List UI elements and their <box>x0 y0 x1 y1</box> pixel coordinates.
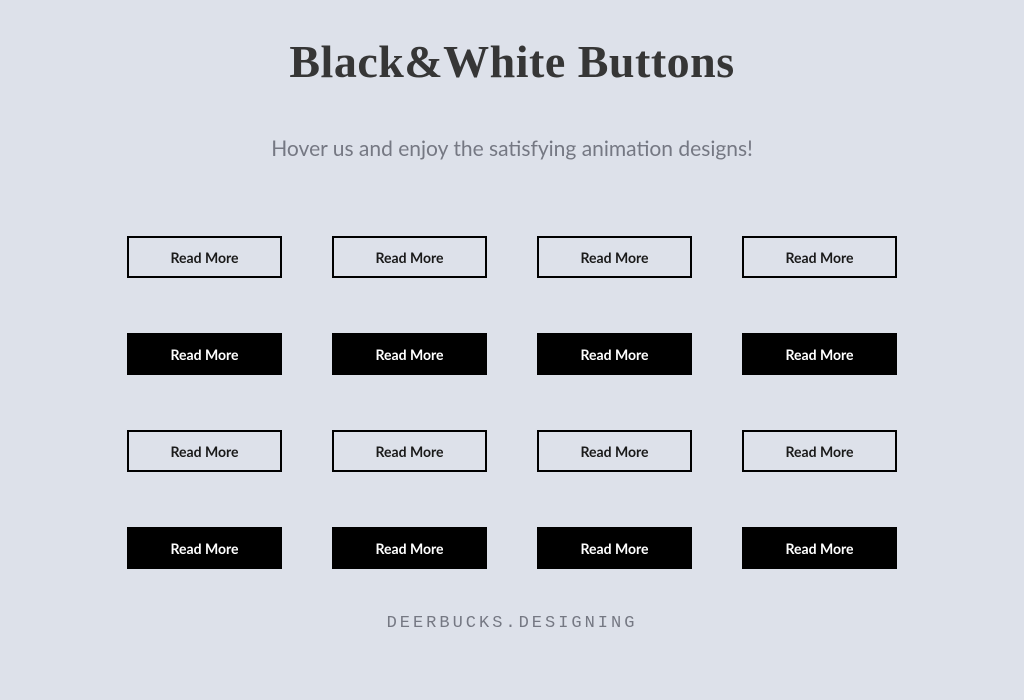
read-more-button[interactable]: Read More <box>332 527 487 569</box>
read-more-button[interactable]: Read More <box>742 333 897 375</box>
button-label: Read More <box>375 346 443 363</box>
read-more-button[interactable]: Read More <box>537 333 692 375</box>
read-more-button[interactable]: Read More <box>127 333 282 375</box>
button-label: Read More <box>375 443 443 460</box>
button-label: Read More <box>170 346 238 363</box>
button-label: Read More <box>785 249 853 266</box>
button-label: Read More <box>580 249 648 266</box>
read-more-button[interactable]: Read More <box>742 236 897 278</box>
read-more-button[interactable]: Read More <box>742 527 897 569</box>
button-label: Read More <box>375 249 443 266</box>
read-more-button[interactable]: Read More <box>127 430 282 472</box>
button-label: Read More <box>785 346 853 363</box>
button-label: Read More <box>785 443 853 460</box>
button-label: Read More <box>580 346 648 363</box>
button-label: Read More <box>580 443 648 460</box>
read-more-button[interactable]: Read More <box>537 430 692 472</box>
page-subtitle: Hover us and enjoy the satisfying animat… <box>271 136 753 161</box>
button-label: Read More <box>375 540 443 557</box>
read-more-button[interactable]: Read More <box>332 236 487 278</box>
read-more-button[interactable]: Read More <box>127 236 282 278</box>
read-more-button[interactable]: Read More <box>127 527 282 569</box>
button-label: Read More <box>785 540 853 557</box>
read-more-button[interactable]: Read More <box>537 527 692 569</box>
button-label: Read More <box>580 540 648 557</box>
footer-credit: DEERBUCKS.DESIGNING <box>387 614 638 633</box>
read-more-button[interactable]: Read More <box>332 430 487 472</box>
button-label: Read More <box>170 249 238 266</box>
read-more-button[interactable]: Read More <box>332 333 487 375</box>
button-grid: Read More Read More Read More Read More … <box>127 236 897 569</box>
button-label: Read More <box>170 443 238 460</box>
read-more-button[interactable]: Read More <box>742 430 897 472</box>
read-more-button[interactable]: Read More <box>537 236 692 278</box>
page-title: Black&White Buttons <box>289 35 734 88</box>
button-label: Read More <box>170 540 238 557</box>
